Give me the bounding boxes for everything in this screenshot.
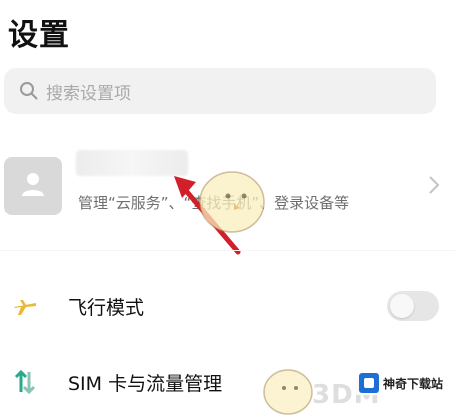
airplane-mode-label: 飞行模式 xyxy=(68,296,145,319)
account-description: 管理“云服务”、“查找手机”、登录设备等 xyxy=(78,194,350,212)
chevron-right-icon xyxy=(427,172,441,198)
airplane-icon xyxy=(8,289,42,323)
section-divider xyxy=(0,250,455,251)
sim-data-label: SIM 卡与流量管理 xyxy=(68,372,223,395)
search-bar[interactable]: 搜索设置项 xyxy=(4,68,436,114)
site-logo-icon xyxy=(358,373,379,393)
page-title: 设置 xyxy=(8,18,70,53)
site-watermark: 神奇下载站 xyxy=(352,371,449,395)
setting-row-airplane-mode[interactable]: 飞行模式 xyxy=(0,278,455,334)
account-name-redacted xyxy=(76,150,188,176)
search-placeholder: 搜索设置项 xyxy=(46,83,131,104)
toggle-knob xyxy=(390,294,414,318)
person-icon xyxy=(18,169,48,203)
account-card[interactable]: 管理“云服务”、“查找手机”、登录设备等 xyxy=(0,140,455,232)
site-watermark-text: 神奇下载站 xyxy=(382,376,443,391)
airplane-mode-toggle[interactable] xyxy=(387,291,439,321)
search-icon xyxy=(18,80,40,102)
avatar xyxy=(4,157,62,215)
sim-data-icon xyxy=(8,365,42,399)
